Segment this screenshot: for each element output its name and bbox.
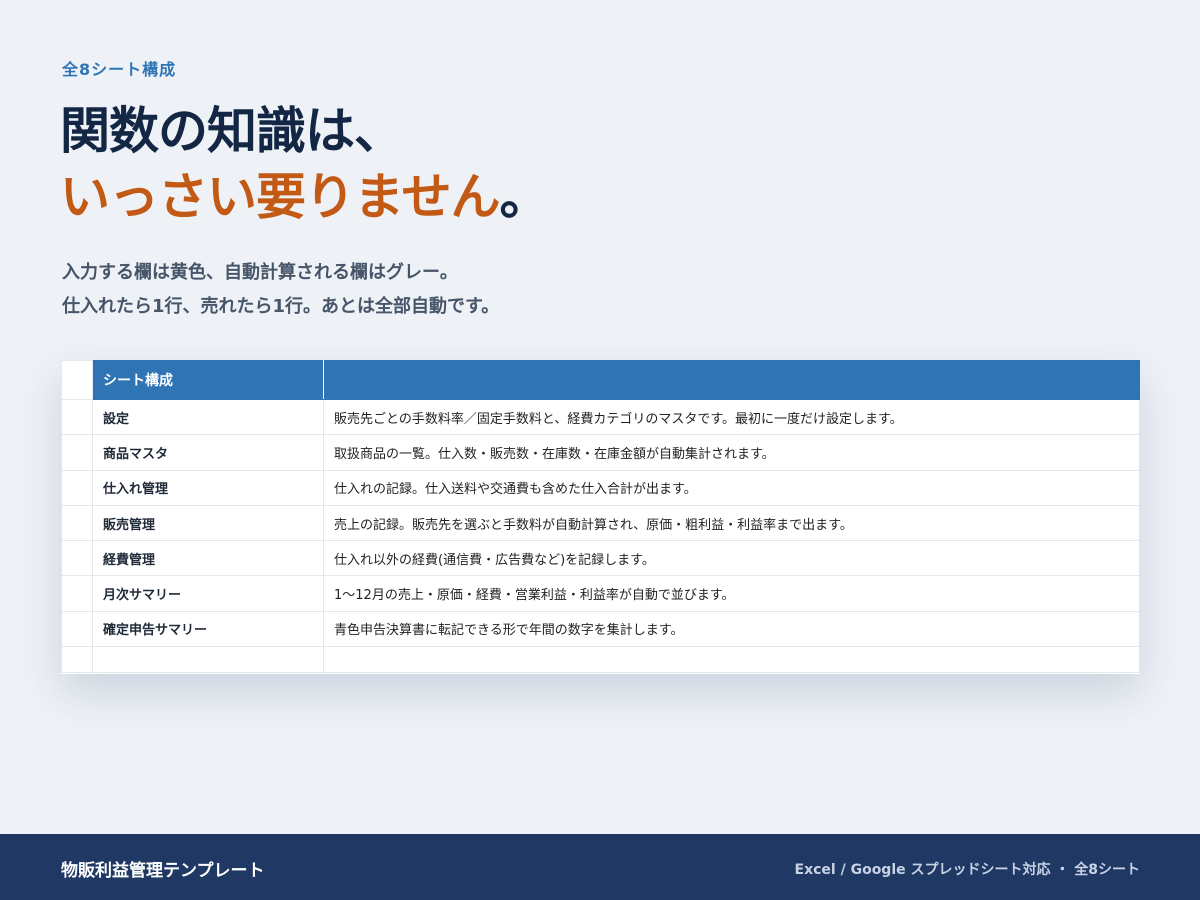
sheet-desc-cell[interactable]: 仕入れの記録。仕入送料や交通費も含めた仕入合計が出ます。 [323, 469, 1140, 506]
sheet-name-cell[interactable]: 設定 [92, 398, 324, 436]
row-index-cell[interactable] [61, 469, 93, 506]
row-index-cell[interactable] [61, 540, 93, 577]
row-index-cell[interactable] [61, 575, 93, 612]
lead-line-2: 仕入れたら1行、売れたら1行。あとは全部自動です。 [62, 296, 500, 317]
sheet-table-card: シート構成 設定 販売先ごとの手数料率／固定手数料と、経費カテゴリのマスタです。最… [61, 360, 1140, 674]
footer-brand: 物販利益管理テンプレート [61, 861, 265, 881]
empty-cell[interactable] [61, 646, 93, 674]
sheet-name-cell[interactable]: 商品マスタ [92, 434, 324, 471]
row-index-header-cell[interactable] [61, 360, 93, 400]
empty-table-row [61, 646, 1140, 674]
headline-line-2: いっさい要りません。 [60, 164, 550, 230]
row-index-cell[interactable] [61, 610, 93, 648]
row-index-cell[interactable] [61, 434, 93, 471]
table-row: 経費管理 仕入れ以外の経費(通信費・広告費など)を記録します。 [61, 540, 1140, 577]
table-row: 確定申告サマリー 青色申告決算書に転記できる形で年間の数字を集計します。 [61, 610, 1140, 648]
eyebrow-label: 全8シート構成 [62, 60, 177, 79]
lead-line-1: 入力する欄は黄色、自動計算される欄はグレー。 [62, 262, 458, 283]
table-row: 販売管理 売上の記録。販売先を選ぶと手数料が自動計算され、原価・粗利益・利益率まで… [61, 504, 1140, 542]
sheet-desc-header[interactable] [323, 360, 1140, 400]
empty-cell[interactable] [92, 646, 324, 674]
sheet-desc-cell[interactable]: 売上の記録。販売先を選ぶと手数料が自動計算され、原価・粗利益・利益率まで出ます。 [323, 504, 1140, 542]
sheet-name-cell[interactable]: 確定申告サマリー [92, 610, 324, 648]
row-index-cell[interactable] [61, 398, 93, 436]
headline-accent: いっさい要りません [60, 168, 500, 226]
sheet-desc-cell[interactable]: 販売先ごとの手数料率／固定手数料と、経費カテゴリのマスタです。最初に一度だけ設定… [323, 398, 1140, 436]
footer-meta: Excel / Google スプレッドシート対応 ・ 全8シート [794, 862, 1140, 878]
headline: 関数の知識は、 いっさい要りません。 [60, 98, 550, 230]
lead-text: 入力する欄は黄色、自動計算される欄はグレー。 仕入れたら1行、売れたら1行。あと… [62, 256, 499, 324]
sheet-name-cell[interactable]: 経費管理 [92, 540, 324, 577]
sheet-name-cell[interactable]: 仕入れ管理 [92, 469, 324, 506]
sheet-desc-cell[interactable]: 1〜12月の売上・原価・経費・営業利益・利益率が自動で並びます。 [323, 575, 1140, 612]
table-row: 月次サマリー 1〜12月の売上・原価・経費・営業利益・利益率が自動で並びます。 [61, 575, 1140, 612]
sheet-table: シート構成 設定 販売先ごとの手数料率／固定手数料と、経費カテゴリのマスタです。最… [61, 360, 1140, 674]
footer-bar: 物販利益管理テンプレート Excel / Google スプレッドシート対応 ・… [0, 834, 1200, 900]
table-header-row: シート構成 [61, 360, 1140, 400]
headline-punct: 。 [499, 168, 550, 226]
sheet-desc-cell[interactable]: 仕入れ以外の経費(通信費・広告費など)を記録します。 [323, 540, 1140, 577]
sheet-name-header[interactable]: シート構成 [92, 360, 324, 400]
table-row: 仕入れ管理 仕入れの記録。仕入送料や交通費も含めた仕入合計が出ます。 [61, 469, 1140, 506]
headline-line-1: 関数の知識は、 [60, 102, 404, 160]
sheet-desc-cell[interactable]: 取扱商品の一覧。仕入数・販売数・在庫数・在庫金額が自動集計されます。 [323, 434, 1140, 471]
sheet-name-cell[interactable]: 月次サマリー [92, 575, 324, 612]
row-index-cell[interactable] [61, 504, 93, 542]
sheet-desc-cell[interactable]: 青色申告決算書に転記できる形で年間の数字を集計します。 [323, 610, 1140, 648]
table-row: 設定 販売先ごとの手数料率／固定手数料と、経費カテゴリのマスタです。最初に一度だけ… [61, 398, 1140, 436]
sheet-name-cell[interactable]: 販売管理 [92, 504, 324, 542]
empty-cell[interactable] [323, 646, 1140, 674]
table-row: 商品マスタ 取扱商品の一覧。仕入数・販売数・在庫数・在庫金額が自動集計されます。 [61, 434, 1140, 471]
